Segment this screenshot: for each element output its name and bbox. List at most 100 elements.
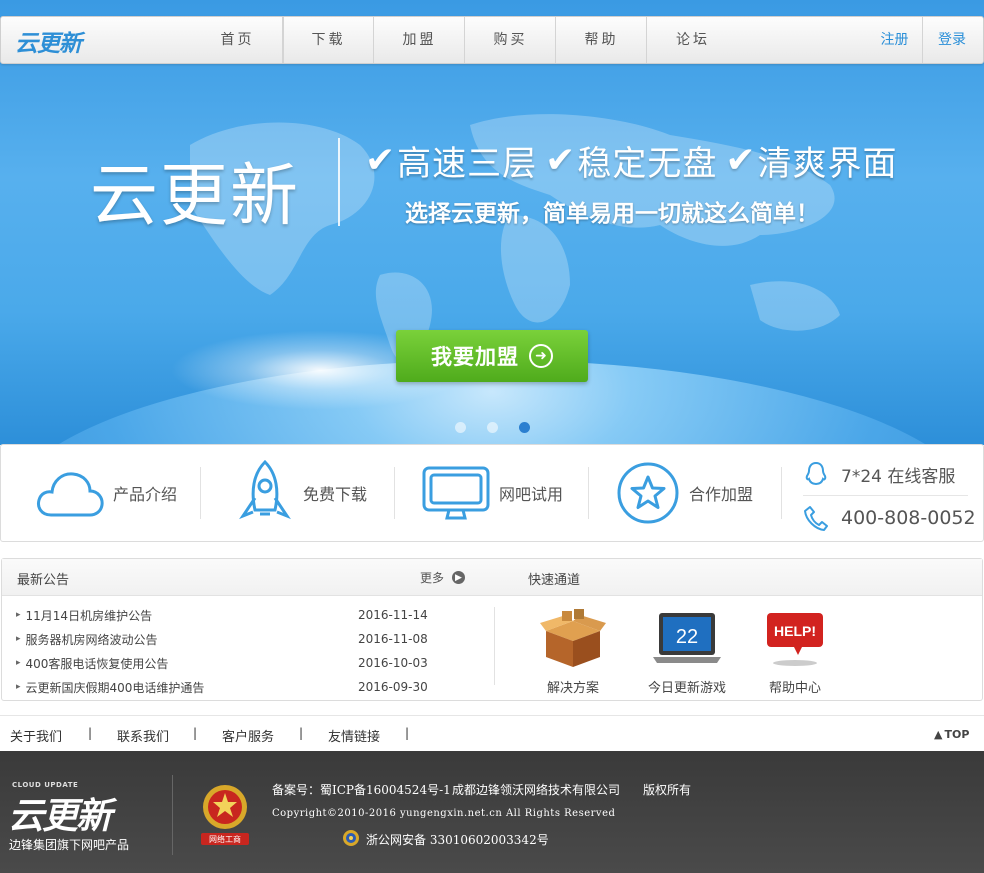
phone-icon	[804, 506, 828, 531]
checkmark-icon: ✔	[545, 139, 576, 181]
news-item-text[interactable]: 11月14日机房维护公告	[26, 607, 153, 624]
footer-divider	[172, 775, 173, 855]
nav-join[interactable]: 加盟	[375, 17, 465, 63]
link-contact-us[interactable]: 联系我们	[117, 726, 169, 745]
slide-indicator	[455, 422, 530, 433]
news-item-date: 2016-11-08	[358, 632, 428, 646]
news-panel: 最新公告 更多 ▶ 快速通道 ▸ 11月14日机房维护公告 2016-11-14…	[1, 558, 983, 701]
register-link[interactable]: 注册	[867, 17, 923, 63]
service-netcafe-trial[interactable]: 网吧试用	[421, 445, 563, 541]
footer-links-bar: 关于我们 | 联系我们 | 客户服务 | 友情链接 | ▲ TOP	[0, 715, 984, 751]
footer-company: 成都边锋领沃网络技术有限公司	[452, 783, 621, 797]
link-about-us[interactable]: 关于我们	[10, 726, 62, 745]
quick-solutions[interactable]: 解决方案	[540, 609, 606, 696]
news-item-text[interactable]: 400客服电话恢复使用公告	[26, 655, 169, 672]
news-item[interactable]: ▸ 云更新国庆假期400电话维护通告 2016-09-30	[16, 675, 446, 699]
service-free-download[interactable]: 免费下载	[235, 445, 367, 541]
nav-forum[interactable]: 论坛	[648, 17, 738, 63]
bullet-icon: ▸	[16, 634, 21, 644]
feature-text: 清爽界面	[757, 143, 898, 184]
news-list: ▸ 11月14日机房维护公告 2016-11-14 ▸ 服务器机房网络波动公告 …	[16, 603, 446, 699]
slide-dot[interactable]	[455, 422, 466, 433]
nav-home[interactable]: 首页	[193, 17, 283, 63]
arrow-right-icon: ▶	[452, 571, 466, 584]
phone-number: 400-808-0052	[841, 507, 976, 529]
news-title: 最新公告	[17, 573, 70, 588]
quick-label: 解决方案	[546, 681, 599, 696]
game-count: 22	[676, 626, 698, 648]
checkmark-icon: ✔	[725, 139, 756, 181]
join-button-label: 我要加盟	[431, 345, 519, 369]
feature-text: 稳定无盘	[577, 143, 718, 184]
footer-copyright: Copyright©2010-2016 yungengxin.net.cn Al…	[272, 808, 616, 819]
nav-help[interactable]: 帮助	[557, 17, 647, 63]
nav-divider	[283, 17, 284, 63]
service-cooperation[interactable]: 合作加盟	[615, 445, 753, 541]
slide-dot-active[interactable]	[519, 422, 530, 433]
box-icon	[540, 609, 606, 667]
checkmark-icon: ✔	[365, 139, 396, 181]
nav-buy[interactable]: 购买	[466, 17, 556, 63]
login-link[interactable]: 登录	[923, 17, 981, 63]
news-item[interactable]: ▸ 400客服电话恢复使用公告 2016-10-03	[16, 651, 446, 675]
news-item-text[interactable]: 服务器机房网络波动公告	[26, 631, 158, 648]
service-divider	[200, 467, 201, 519]
quick-label: 今日更新游戏	[648, 681, 727, 696]
police-badge-icon	[343, 830, 359, 846]
join-button[interactable]: 我要加盟 ➜	[396, 330, 588, 382]
quick-label: 帮助中心	[768, 681, 821, 696]
more-label: 更多	[420, 571, 445, 585]
link-friends[interactable]: 友情链接	[328, 726, 380, 745]
nav-download[interactable]: 下载	[284, 17, 374, 63]
news-item-date: 2016-09-30	[358, 680, 428, 694]
hero-slogan: 选择云更新，简单易用一切就这么简单！	[405, 201, 819, 227]
link-separator: |	[88, 726, 93, 740]
footer-police-record[interactable]: 浙公网安备 33010602003342号	[366, 831, 549, 848]
slide-dot[interactable]	[487, 422, 498, 433]
panel-divider	[494, 607, 495, 685]
quick-today-games[interactable]: 22 今日更新游戏	[648, 609, 726, 696]
news-item-text[interactable]: 云更新国庆假期400电话维护通告	[26, 679, 205, 696]
service-label: 免费下载	[303, 485, 368, 504]
bullet-icon: ▸	[16, 682, 21, 692]
service-label: 产品介绍	[113, 485, 178, 504]
badge-text: 网络工商	[209, 834, 241, 844]
link-separator: |	[193, 726, 198, 740]
arrow-up-icon: ▲	[934, 728, 943, 741]
top-navigation: 云更新 首页 下载 加盟 购买 帮助 论坛 注册 登录	[0, 16, 984, 64]
back-to-top-link[interactable]: ▲ TOP	[934, 728, 969, 741]
quick-access-title: 快速通道	[528, 573, 581, 588]
feature-text: 高速三层	[397, 143, 538, 184]
feature-item: ✔ 稳定无盘	[545, 136, 717, 185]
business-license-badge-icon[interactable]: 网络工商	[198, 781, 252, 847]
help-bubble-icon: HELP!	[767, 613, 823, 666]
service-label: 网吧试用	[499, 485, 564, 504]
footer-subtitle: 边锋集团旗下网吧产品	[9, 838, 130, 852]
service-divider	[394, 467, 395, 519]
laptop-icon: 22	[653, 613, 721, 663]
feature-item: ✔ 清爽界面	[725, 136, 897, 185]
hotline-divider	[803, 495, 968, 496]
link-customer-service[interactable]: 客户服务	[222, 726, 274, 745]
rocket-icon	[239, 459, 291, 520]
news-item-date: 2016-10-03	[358, 656, 428, 670]
service-divider	[588, 467, 589, 519]
bullet-icon: ▸	[16, 658, 21, 668]
more-link[interactable]: 更多 ▶	[420, 569, 466, 586]
panel-header: 最新公告 更多 ▶ 快速通道	[2, 559, 982, 596]
hero-brand-title: 云更新	[90, 157, 301, 236]
hero-features: ✔ 高速三层 ✔ 稳定无盘 ✔ 清爽界面	[365, 136, 906, 185]
news-item[interactable]: ▸ 服务器机房网络波动公告 2016-11-08	[16, 627, 446, 651]
news-item[interactable]: ▸ 11月14日机房维护公告 2016-11-14	[16, 603, 446, 627]
service-product-intro[interactable]: 产品介绍	[35, 445, 177, 541]
star-circle-icon	[617, 462, 679, 524]
quick-help-center[interactable]: HELP! 帮助中心	[764, 609, 826, 696]
online-service[interactable]: 7*24 在线客服	[803, 461, 955, 487]
site-logo[interactable]: 云更新	[15, 24, 82, 58]
hero-banner: 云更新 ✔ 高速三层 ✔ 稳定无盘 ✔ 清爽界面 选择云更新，简单易用一切就这么…	[0, 0, 984, 445]
hero-divider	[338, 138, 340, 226]
news-item-date: 2016-11-14	[358, 608, 428, 622]
online-service-label: 7*24 在线客服	[841, 466, 956, 487]
phone-hotline: 400-808-0052	[803, 504, 976, 532]
feature-item: ✔ 高速三层	[365, 136, 537, 185]
